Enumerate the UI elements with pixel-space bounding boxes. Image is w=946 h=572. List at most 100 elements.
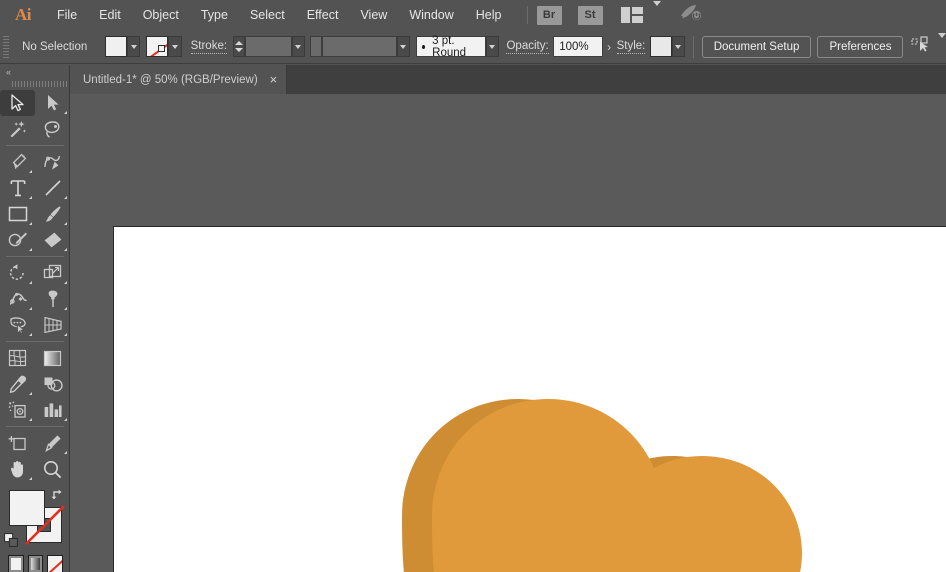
zoom-tool[interactable]: [35, 456, 70, 482]
width-tool[interactable]: [0, 286, 35, 312]
select-similar-objects-icon[interactable]: [911, 36, 933, 57]
shape-builder-tool[interactable]: [0, 312, 35, 338]
close-icon[interactable]: ×: [270, 73, 278, 86]
column-graph-tool[interactable]: [35, 397, 70, 423]
chevron-down-icon[interactable]: [653, 6, 661, 24]
scale-tool[interactable]: [35, 260, 70, 286]
menu-divider: [527, 6, 528, 24]
menu-item-window[interactable]: Window: [398, 0, 464, 30]
eyedropper-tool[interactable]: [0, 371, 35, 397]
style-label[interactable]: Style:: [617, 40, 646, 54]
brush-definition-dropdown[interactable]: [486, 36, 499, 57]
control-bar-grip[interactable]: [3, 36, 9, 58]
artwork[interactable]: [114, 227, 946, 572]
preferences-button[interactable]: Preferences: [817, 36, 903, 58]
stroke-weight-label[interactable]: Stroke:: [191, 40, 227, 54]
menu-item-type[interactable]: Type: [190, 0, 239, 30]
tools-panel-grip[interactable]: [0, 78, 69, 90]
stroke-swatch-dropdown[interactable]: [168, 36, 181, 57]
tools-divider: [6, 145, 64, 146]
tool-more-icon: [29, 281, 32, 284]
brush-definition-input[interactable]: 3 pt. Round: [416, 36, 486, 57]
default-fill-stroke-icon[interactable]: [4, 533, 19, 548]
graphic-style-swatch[interactable]: [650, 36, 672, 57]
toolbar-fill-swatch[interactable]: [9, 490, 45, 526]
tools-divider: [6, 426, 64, 427]
blend-tool[interactable]: [35, 371, 70, 397]
artboard-tool[interactable]: [0, 430, 35, 456]
menu-item-help[interactable]: Help: [465, 0, 513, 30]
rectangle-tool[interactable]: [0, 201, 35, 227]
arrange-documents-icon[interactable]: [621, 7, 643, 23]
opacity-label[interactable]: Opacity:: [506, 40, 548, 54]
magic-wand-tool[interactable]: [0, 116, 35, 142]
tools-divider: [6, 256, 64, 257]
opacity-expand-icon[interactable]: ›: [607, 40, 611, 54]
shaper-pencil-tool[interactable]: [0, 227, 35, 253]
tool-more-icon: [64, 307, 67, 310]
direct-selection-tool[interactable]: [35, 90, 70, 116]
fill-swatch-dropdown[interactable]: [127, 36, 140, 57]
color-mode-button[interactable]: [8, 555, 24, 572]
selection-status-label: No Selection: [14, 41, 105, 53]
graphic-style-dropdown[interactable]: [672, 36, 685, 57]
paintbrush-tool[interactable]: [35, 201, 70, 227]
tools-divider: [6, 341, 64, 342]
menu-item-effect[interactable]: Effect: [296, 0, 350, 30]
selection-tool[interactable]: [0, 90, 35, 116]
document-setup-button[interactable]: Document Setup: [702, 36, 812, 58]
tool-more-icon: [64, 281, 67, 284]
opacity-input[interactable]: 100%: [553, 36, 603, 57]
tool-more-icon: [29, 170, 32, 173]
stroke-profile-input[interactable]: [322, 36, 397, 57]
document-canvas[interactable]: [70, 94, 946, 572]
select-similar-dropdown-icon[interactable]: [938, 38, 946, 56]
collapse-panel-icon[interactable]: «: [0, 65, 69, 78]
brush-preview-icon: [422, 45, 425, 49]
tool-more-icon: [64, 418, 67, 421]
type-tool[interactable]: [0, 175, 35, 201]
pen-tool[interactable]: [0, 149, 35, 175]
document-tab[interactable]: Untitled-1* @ 50% (RGB/Preview) ×: [70, 65, 287, 94]
stroke-color-swatch[interactable]: [146, 36, 168, 57]
document-tab-title: Untitled-1* @ 50% (RGB/Preview): [83, 74, 258, 86]
bridge-button[interactable]: Br: [537, 6, 562, 25]
gradient-mode-button[interactable]: [28, 555, 44, 572]
tool-more-icon: [29, 418, 32, 421]
stroke-weight-stepper[interactable]: [233, 36, 245, 57]
stock-button[interactable]: St: [578, 6, 603, 25]
gradient-tool[interactable]: [35, 345, 70, 371]
control-bar-divider: [693, 36, 694, 58]
document-tab-bar: Untitled-1* @ 50% (RGB/Preview) ×: [70, 65, 946, 94]
eraser-tool[interactable]: [35, 227, 70, 253]
launch-workspace-icon[interactable]: [679, 4, 703, 27]
menu-item-file[interactable]: File: [46, 0, 88, 30]
slice-tool[interactable]: [35, 430, 70, 456]
swap-fill-stroke-icon[interactable]: [50, 488, 65, 503]
none-mode-button[interactable]: [47, 555, 63, 572]
symbol-sprayer-tool[interactable]: [0, 397, 35, 423]
menu-item-select[interactable]: Select: [239, 0, 296, 30]
hand-tool[interactable]: [0, 456, 35, 482]
stroke-profile-dropdown[interactable]: [397, 36, 410, 57]
menu-item-edit[interactable]: Edit: [88, 0, 132, 30]
fill-color-swatch[interactable]: [105, 36, 127, 57]
tool-more-icon: [64, 111, 67, 114]
curvature-tool[interactable]: [35, 149, 70, 175]
tools-panel: «: [0, 65, 70, 572]
tool-more-icon: [64, 333, 67, 336]
mesh-tool[interactable]: [0, 345, 35, 371]
lasso-tool[interactable]: [35, 116, 70, 142]
free-transform-tool[interactable]: [35, 286, 70, 312]
tools-grid: [0, 90, 69, 482]
line-segment-tool[interactable]: [35, 175, 70, 201]
menu-item-view[interactable]: View: [349, 0, 398, 30]
stroke-profile-preview: [310, 36, 322, 57]
perspective-grid-tool[interactable]: [35, 312, 70, 338]
stroke-weight-dropdown[interactable]: [292, 36, 305, 57]
artboard[interactable]: [113, 226, 946, 572]
tool-more-icon: [29, 307, 32, 310]
stroke-weight-input[interactable]: [245, 36, 292, 57]
rotate-tool[interactable]: [0, 260, 35, 286]
menu-item-object[interactable]: Object: [132, 0, 190, 30]
